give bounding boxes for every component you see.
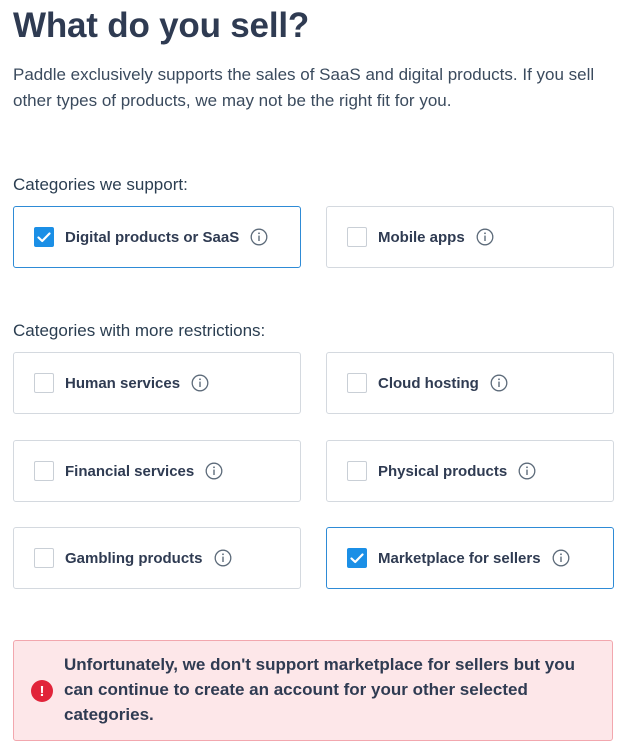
restricted-categories-label: Categories with more restrictions: — [13, 321, 266, 340]
checkbox-checked[interactable] — [34, 227, 54, 247]
error-alert: ! Unfortunately, we don't support market… — [13, 640, 613, 741]
category-label: Mobile apps — [378, 228, 465, 246]
checkbox-unchecked[interactable] — [347, 461, 367, 481]
checkbox-unchecked[interactable] — [347, 373, 367, 393]
category-label: Digital products or SaaS — [65, 228, 240, 246]
page-intro: Paddle exclusively supports the sales of… — [13, 65, 595, 110]
category-label: Financial services — [65, 462, 195, 480]
info-icon[interactable] — [518, 462, 536, 480]
info-icon[interactable] — [191, 374, 209, 392]
info-icon[interactable] — [476, 228, 494, 246]
category-cloud-hosting[interactable]: Cloud hosting — [326, 352, 614, 414]
checkbox-checked[interactable] — [347, 548, 367, 568]
info-icon[interactable] — [552, 549, 570, 567]
info-icon[interactable] — [214, 549, 232, 567]
category-label: Physical products — [378, 462, 508, 480]
category-label: Cloud hosting — [378, 374, 479, 392]
category-human-services[interactable]: Human services — [13, 352, 301, 414]
category-marketplace-for-sellers[interactable]: Marketplace for sellers — [326, 527, 614, 589]
checkbox-unchecked[interactable] — [34, 461, 54, 481]
error-icon: ! — [31, 680, 53, 702]
info-icon[interactable] — [205, 462, 223, 480]
category-mobile-apps[interactable]: Mobile apps — [326, 206, 614, 268]
category-digital-products[interactable]: Digital products or SaaS — [13, 206, 301, 268]
supported-categories-label: Categories we support: — [13, 175, 188, 194]
page-title: What do you sell? — [13, 6, 310, 45]
category-financial-services[interactable]: Financial services — [13, 440, 301, 502]
checkbox-unchecked[interactable] — [34, 373, 54, 393]
category-gambling-products[interactable]: Gambling products — [13, 527, 301, 589]
checkbox-unchecked[interactable] — [347, 227, 367, 247]
checkbox-unchecked[interactable] — [34, 548, 54, 568]
alert-message: Unfortunately, we don't support marketpl… — [64, 655, 575, 724]
category-physical-products[interactable]: Physical products — [326, 440, 614, 502]
category-label: Gambling products — [65, 549, 203, 567]
category-label: Human services — [65, 374, 181, 392]
info-icon[interactable] — [490, 374, 508, 392]
info-icon[interactable] — [250, 228, 268, 246]
category-label: Marketplace for sellers — [378, 549, 541, 567]
